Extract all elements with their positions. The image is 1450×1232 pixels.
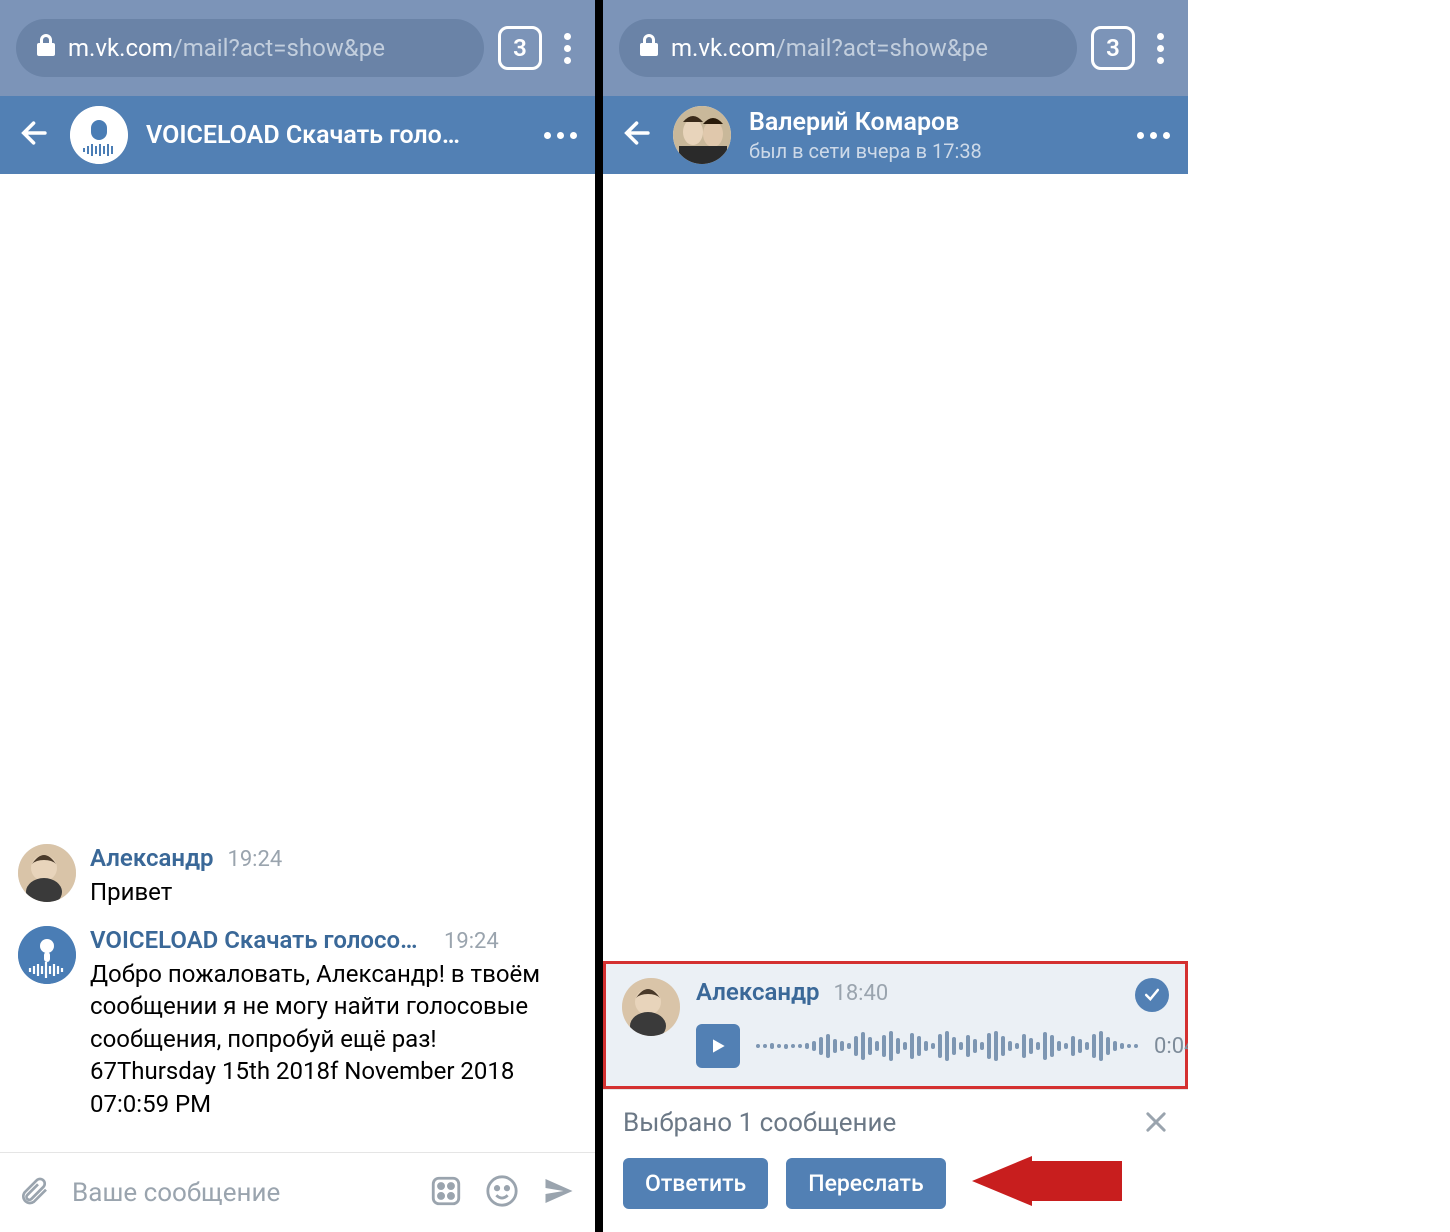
lock-icon: [36, 33, 56, 63]
play-button[interactable]: [696, 1024, 740, 1068]
chat-header: VOICELOAD Скачать голо…: [0, 96, 595, 174]
url-domain: m.vk.com: [68, 34, 173, 62]
composer: Ваше сообщение: [0, 1152, 595, 1232]
page-margin: [1188, 0, 1450, 1232]
avatar[interactable]: [18, 844, 76, 902]
chat-header: Валерий Комаров был в сети вчера в 17:38: [603, 96, 1188, 174]
avatar[interactable]: [622, 978, 680, 1036]
forward-button[interactable]: Переслать: [786, 1158, 945, 1209]
browser-bar: m.vk.com/mail?act=show&pe 3: [0, 0, 595, 96]
back-icon[interactable]: [18, 116, 52, 154]
message-sender: Александр: [90, 844, 213, 872]
chat-avatar[interactable]: [673, 106, 731, 164]
message-time: 18:40: [833, 981, 888, 1006]
pane-divider: [595, 0, 603, 1232]
chat-menu-icon[interactable]: [544, 132, 577, 139]
selected-check-icon[interactable]: [1135, 978, 1169, 1012]
chat-title: Валерий Комаров: [749, 108, 1119, 137]
chat-header-titles[interactable]: VOICELOAD Скачать голо…: [146, 121, 526, 150]
lock-icon: [639, 33, 659, 63]
emoji-icon[interactable]: [485, 1174, 519, 1212]
dice-icon[interactable]: [429, 1174, 463, 1212]
selection-count: Выбрано 1 сообщение: [623, 1108, 1168, 1138]
chat-header-titles[interactable]: Валерий Комаров был в сети вчера в 17:38: [749, 108, 1119, 163]
message-input[interactable]: Ваше сообщение: [72, 1178, 407, 1208]
close-selection-icon[interactable]: [1142, 1108, 1170, 1140]
voice-player: 0:04: [696, 1024, 1188, 1068]
message-text: Привет: [90, 876, 577, 908]
url-path: /mail?act=show&pe: [173, 34, 385, 62]
waveform[interactable]: [756, 1029, 1138, 1063]
message-time: 19:24: [227, 847, 282, 872]
message-item[interactable]: Александр 19:24 Привет: [18, 844, 577, 908]
chat-avatar[interactable]: [70, 106, 128, 164]
browser-menu-icon[interactable]: [556, 25, 579, 72]
chat-subtitle: был в сети вчера в 17:38: [749, 139, 1119, 163]
reply-button[interactable]: Ответить: [623, 1158, 768, 1209]
back-icon[interactable]: [621, 116, 655, 154]
tabs-button[interactable]: 3: [1091, 26, 1135, 70]
right-pane: m.vk.com/mail?act=show&pe 3 Валерий Кома…: [603, 0, 1188, 1232]
messages-area[interactable]: Александр 19:24 Привет: [0, 174, 595, 1152]
tabs-button[interactable]: 3: [498, 26, 542, 70]
avatar[interactable]: [18, 926, 76, 984]
highlight-arrow-icon: [972, 1156, 1122, 1210]
message-time: 19:24: [444, 929, 499, 954]
url-path: /mail?act=show&pe: [776, 34, 988, 62]
message-text: Добро пожаловать, Александр! в твоём соо…: [90, 958, 577, 1120]
message-item[interactable]: VOICELOAD Скачать голосовое с… 19:24 Доб…: [18, 926, 577, 1120]
selection-bar: Выбрано 1 сообщение Ответить Переслать: [603, 1089, 1188, 1232]
chat-title: VOICELOAD Скачать голо…: [146, 121, 526, 150]
browser-bar: m.vk.com/mail?act=show&pe 3: [603, 0, 1188, 96]
url-bar[interactable]: m.vk.com/mail?act=show&pe: [619, 19, 1077, 77]
voice-duration: 0:04: [1154, 1034, 1188, 1059]
messages-area[interactable]: Александр 18:40 0:04: [603, 174, 1188, 1089]
voice-message-selected[interactable]: Александр 18:40 0:04: [603, 961, 1188, 1089]
browser-menu-icon[interactable]: [1149, 25, 1172, 72]
attach-icon[interactable]: [18, 1175, 50, 1211]
left-pane: m.vk.com/mail?act=show&pe 3: [0, 0, 595, 1232]
url-domain: m.vk.com: [671, 34, 776, 62]
chat-menu-icon[interactable]: [1137, 132, 1170, 139]
url-bar[interactable]: m.vk.com/mail?act=show&pe: [16, 19, 484, 77]
send-icon[interactable]: [541, 1173, 577, 1213]
message-sender: VOICELOAD Скачать голосовое с…: [90, 926, 430, 954]
message-sender: Александр: [696, 978, 819, 1006]
